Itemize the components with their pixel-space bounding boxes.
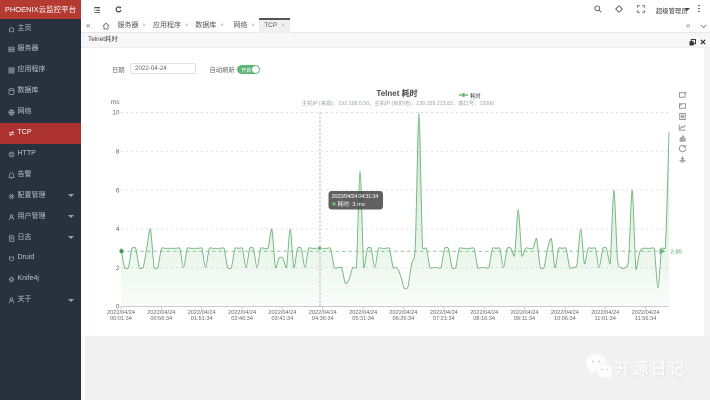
svg-text:11:56:34: 11:56:34 bbox=[635, 316, 656, 322]
svg-text:耗时: 3 ms: 耗时: 3 ms bbox=[338, 200, 365, 208]
svg-text:04:36:34: 04:36:34 bbox=[312, 316, 334, 322]
svg-text:2.85: 2.85 bbox=[671, 249, 682, 255]
svg-text:02:46:34: 02:46:34 bbox=[231, 316, 253, 322]
svg-text:03:41:34: 03:41:34 bbox=[272, 316, 294, 322]
svg-text:2: 2 bbox=[116, 265, 120, 272]
svg-text:00:01:34: 00:01:34 bbox=[110, 316, 132, 322]
svg-text:09:11:34: 09:11:34 bbox=[514, 316, 535, 322]
svg-text:01:51:34: 01:51:34 bbox=[191, 316, 213, 322]
svg-text:08:16:34: 08:16:34 bbox=[473, 316, 495, 322]
svg-text:05:31:34: 05:31:34 bbox=[352, 316, 374, 322]
svg-text:10:06:34: 10:06:34 bbox=[554, 316, 576, 322]
svg-text:06:26:34: 06:26:34 bbox=[393, 316, 415, 322]
svg-text:6: 6 bbox=[116, 187, 120, 194]
svg-text:11:01:34: 11:01:34 bbox=[595, 316, 616, 322]
svg-text:4: 4 bbox=[116, 226, 120, 233]
svg-text:0: 0 bbox=[116, 304, 120, 311]
svg-text:07:21:34: 07:21:34 bbox=[433, 316, 455, 322]
svg-text:2022/04/24 04:31:34: 2022/04/24 04:31:34 bbox=[332, 194, 380, 200]
svg-text:10: 10 bbox=[112, 110, 120, 117]
svg-text:8: 8 bbox=[116, 149, 120, 156]
svg-text:00:56:34: 00:56:34 bbox=[150, 316, 172, 322]
